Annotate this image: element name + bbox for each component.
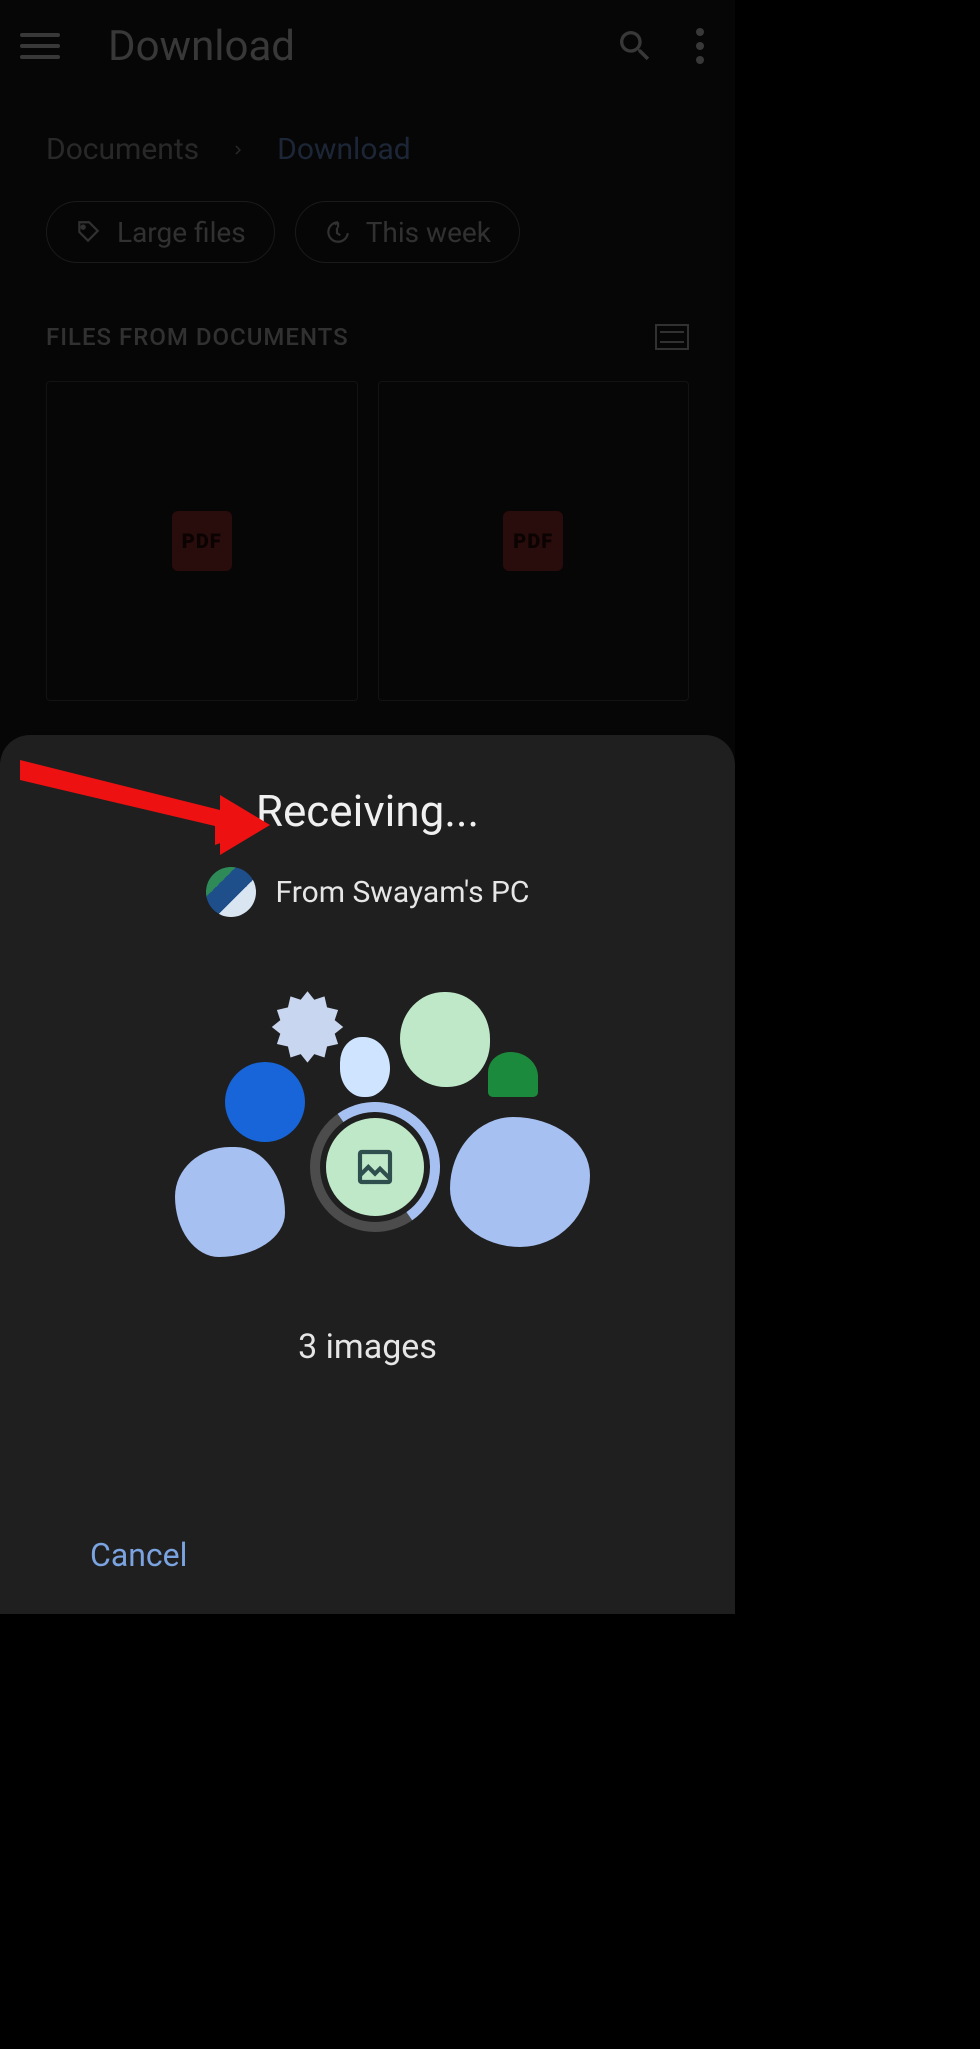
sender-avatar bbox=[206, 867, 256, 917]
blob-shape bbox=[400, 992, 490, 1087]
sender-row: From Swayam's PC bbox=[0, 867, 735, 917]
blob-shape bbox=[175, 1147, 285, 1257]
sheet-title: Receiving... bbox=[0, 785, 735, 837]
transfer-animation bbox=[0, 997, 735, 1377]
blob-shape bbox=[225, 1062, 305, 1142]
receiving-sheet: Receiving... From Swayam's PC 3 im bbox=[0, 735, 735, 1614]
blob-shape bbox=[340, 1037, 390, 1097]
sheet-footer: Cancel bbox=[0, 1496, 735, 1614]
progress-indicator bbox=[310, 1102, 440, 1232]
blob-shape bbox=[488, 1052, 538, 1097]
blob-shape bbox=[265, 987, 350, 1072]
blob-shape bbox=[450, 1117, 590, 1247]
app-screen: Download Documents Download Large files … bbox=[0, 0, 735, 1614]
sender-label: From Swayam's PC bbox=[276, 875, 530, 910]
image-icon bbox=[326, 1118, 424, 1216]
cancel-button[interactable]: Cancel bbox=[90, 1536, 187, 1574]
